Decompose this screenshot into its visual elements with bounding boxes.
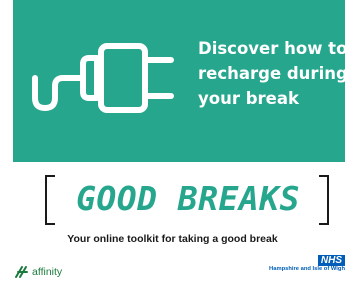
banner-line-1: Discover how to xyxy=(198,39,345,58)
affinity-label: affinity xyxy=(32,266,63,278)
nhs-logo: NHS xyxy=(317,255,345,266)
brand-logo: GOOD BREAKS xyxy=(45,175,329,225)
right-bracket xyxy=(319,175,329,225)
affinity-logo: affinity xyxy=(14,264,62,280)
affinity-mark-icon xyxy=(15,266,28,278)
banner-line-3: your break xyxy=(198,89,299,108)
brand-title: GOOD BREAKS xyxy=(75,179,301,218)
nhs-organisation-name: Hampshire and Isle of Wigh xyxy=(269,266,345,272)
nhs-logo-block: NHS Hampshire and Isle of Wigh xyxy=(225,255,345,285)
tagline: Your online toolkit for taking a good br… xyxy=(67,233,278,245)
hero-banner: Discover how to recharge during your bre… xyxy=(13,0,345,162)
left-bracket xyxy=(45,175,55,225)
banner-line-2: recharge during xyxy=(198,64,345,83)
banner-heading: Discover how to recharge during your bre… xyxy=(198,36,345,111)
plug-icon xyxy=(32,43,174,113)
